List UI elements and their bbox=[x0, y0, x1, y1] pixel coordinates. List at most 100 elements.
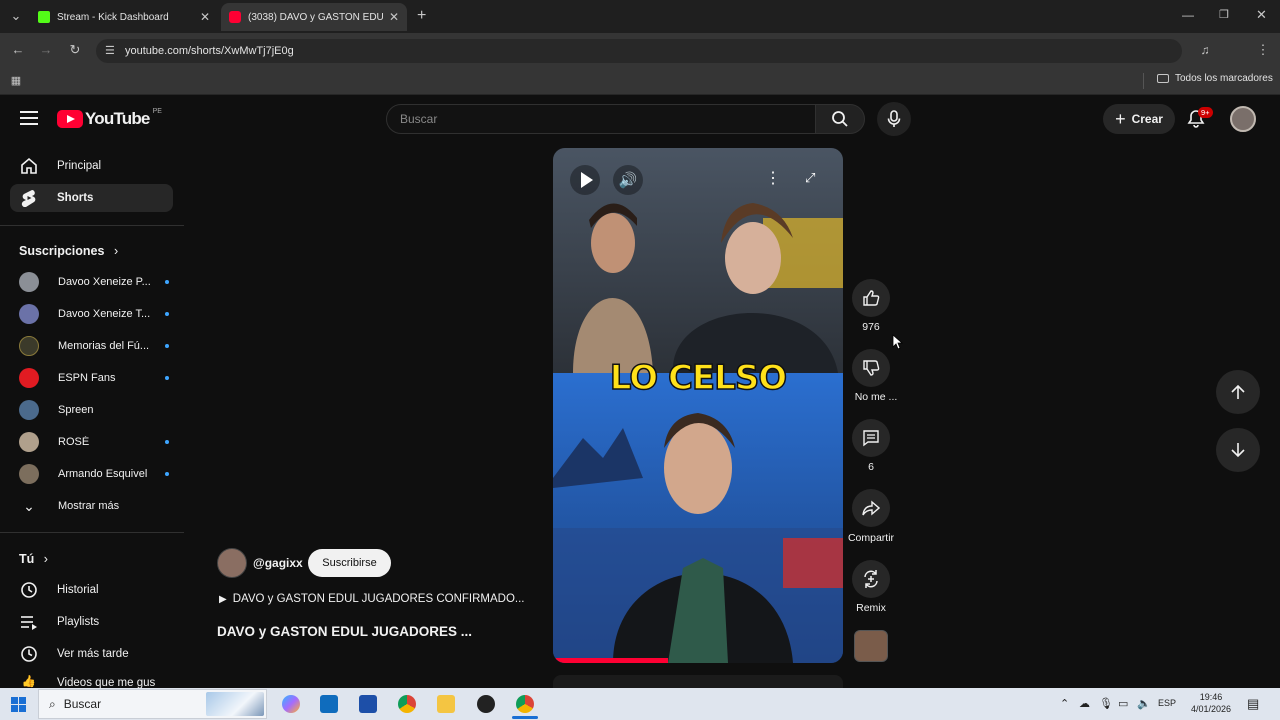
create-button[interactable]: + Crear bbox=[1103, 104, 1175, 134]
video-frame bbox=[553, 148, 843, 663]
windows-start-icon[interactable] bbox=[11, 697, 26, 712]
forward-icon[interactable]: → bbox=[38, 42, 54, 58]
previous-short-button[interactable] bbox=[1216, 370, 1260, 414]
tab-youtube[interactable]: (3038) DAVO y GASTON EDUL J ✕ bbox=[221, 3, 407, 31]
subscriptions-heading[interactable]: Suscripciones › bbox=[19, 244, 118, 258]
volume-button[interactable]: 🔊 bbox=[613, 165, 643, 195]
sidebar-item-playlists[interactable]: Playlists bbox=[10, 608, 173, 636]
like-button[interactable] bbox=[852, 279, 890, 317]
new-content-dot bbox=[165, 472, 169, 476]
tab-kick[interactable]: Stream - Kick Dashboard ✕ bbox=[30, 3, 218, 31]
you-heading-label: Tú bbox=[19, 552, 35, 566]
subscription-item[interactable]: ESPN Fans bbox=[19, 368, 169, 388]
outlook-icon[interactable] bbox=[320, 695, 338, 713]
channel-handle[interactable]: @gagixx bbox=[253, 556, 303, 570]
microphone-tray-icon[interactable]: 🎙 bbox=[1099, 697, 1113, 710]
restore-icon[interactable]: ❐ bbox=[1219, 8, 1229, 21]
subscription-item[interactable]: ROSÉ bbox=[19, 432, 169, 452]
channel-avatar bbox=[19, 432, 39, 452]
taskbar-search-box[interactable]: ⌕ Buscar bbox=[38, 689, 267, 719]
sidebar-item-label: Ver más tarde bbox=[57, 648, 129, 660]
back-icon[interactable]: ← bbox=[10, 42, 26, 58]
taskbar-search-label: Buscar bbox=[63, 697, 102, 711]
subscription-item[interactable]: Memorias del Fú... bbox=[19, 336, 169, 356]
channel-avatar bbox=[19, 400, 39, 420]
show-more-label: Mostrar más bbox=[58, 500, 120, 512]
subscription-item[interactable]: Spreen bbox=[19, 400, 169, 420]
store-icon[interactable] bbox=[359, 695, 377, 713]
search-button[interactable] bbox=[815, 104, 865, 134]
close-icon[interactable]: ✕ bbox=[389, 10, 399, 24]
cloud-sync-icon[interactable]: ☁ bbox=[1079, 697, 1090, 710]
omnibox[interactable]: ☰ youtube.com/shorts/XwMwTj7jE0g bbox=[96, 39, 1182, 63]
chrome-icon[interactable] bbox=[398, 695, 416, 713]
media-control-icon[interactable]: ♫ bbox=[1197, 42, 1213, 58]
show-hidden-icons[interactable]: ⌃ bbox=[1060, 697, 1069, 710]
sidebar-item-label: Playlists bbox=[57, 616, 100, 628]
voice-search-button[interactable] bbox=[877, 102, 911, 136]
sidebar-item-principal[interactable]: Principal bbox=[10, 152, 173, 180]
channel-avatar[interactable] bbox=[217, 548, 247, 578]
obs-icon[interactable] bbox=[477, 695, 495, 713]
apps-grid-icon[interactable]: ▦ bbox=[8, 73, 24, 89]
chrome-active-icon[interactable] bbox=[516, 695, 534, 713]
sidebar-item-historial[interactable]: Historial bbox=[10, 576, 173, 604]
music-line[interactable]: ▶ DAVO y GASTON EDUL JUGADORES CONFIRMAD… bbox=[219, 593, 535, 605]
new-content-dot bbox=[165, 440, 169, 444]
volume-tray-icon[interactable]: 🔈 bbox=[1137, 697, 1151, 710]
sidebar-item-ver-mas-tarde[interactable]: Ver más tarde bbox=[10, 640, 173, 668]
subscription-item[interactable]: Davoo Xeneize P... bbox=[19, 272, 169, 292]
notification-center-icon[interactable]: ▤ bbox=[1247, 696, 1259, 712]
youtube-logo[interactable]: YouTube PE bbox=[57, 107, 162, 129]
short-title[interactable]: DAVO y GASTON EDUL JUGADORES ... bbox=[217, 624, 472, 639]
subscription-item[interactable]: Armando Esquivel bbox=[19, 464, 169, 484]
dislike-button[interactable] bbox=[852, 349, 890, 387]
more-options-icon[interactable]: ⋮ bbox=[765, 168, 781, 188]
subscription-item[interactable]: Davoo Xeneize T... bbox=[19, 304, 169, 324]
menu-dots-icon[interactable]: ⋮ bbox=[1255, 42, 1271, 58]
sound-thumbnail[interactable] bbox=[854, 630, 888, 662]
sidebar-item-liked-videos[interactable]: 👍 Videos que me gus bbox=[10, 672, 173, 688]
account-avatar[interactable] bbox=[1230, 106, 1256, 132]
hamburger-menu-icon[interactable] bbox=[20, 111, 38, 125]
all-bookmarks-button[interactable]: Todos los marcadores bbox=[1157, 73, 1273, 84]
site-info-icon[interactable]: ☰ bbox=[105, 44, 115, 57]
short-video-player[interactable]: LO CELSO 🔊 ⋮ ⤢ bbox=[553, 148, 843, 663]
subscribe-button[interactable]: Suscribirse bbox=[308, 549, 391, 577]
next-short-button[interactable] bbox=[1216, 428, 1260, 472]
new-content-dot bbox=[165, 280, 169, 284]
comments-button[interactable] bbox=[852, 419, 890, 457]
volume-icon: 🔊 bbox=[618, 172, 638, 189]
tab-title: Stream - Kick Dashboard bbox=[57, 11, 169, 23]
language-indicator[interactable]: ESP bbox=[1158, 698, 1176, 708]
search-icon bbox=[832, 111, 848, 127]
clock[interactable]: 19:46 4/01/2026 bbox=[1187, 691, 1235, 715]
you-heading[interactable]: Tú › bbox=[19, 552, 48, 566]
channel-avatar bbox=[19, 304, 39, 324]
playlists-icon bbox=[19, 614, 39, 630]
share-button[interactable] bbox=[852, 489, 890, 527]
new-tab-button[interactable]: + bbox=[417, 7, 426, 25]
network-icon[interactable]: ▭ bbox=[1118, 697, 1128, 710]
subscriptions-heading-label: Suscripciones bbox=[19, 244, 105, 258]
fullscreen-icon[interactable]: ⤢ bbox=[805, 170, 815, 186]
show-more-button[interactable]: ⌄ Mostrar más bbox=[19, 496, 169, 516]
search-input[interactable]: Buscar bbox=[386, 104, 816, 134]
video-overlay-text: LO CELSO bbox=[609, 357, 788, 399]
notifications-button[interactable]: 9+ bbox=[1186, 107, 1213, 131]
minimize-icon[interactable]: — bbox=[1182, 8, 1194, 22]
window-close-icon[interactable]: ✕ bbox=[1256, 7, 1267, 23]
file-explorer-icon[interactable] bbox=[437, 695, 455, 713]
remix-button[interactable] bbox=[852, 560, 890, 598]
copilot-icon[interactable] bbox=[282, 695, 300, 713]
channel-avatar bbox=[19, 272, 39, 292]
play-button[interactable] bbox=[570, 165, 600, 195]
dislike-label: No me ... bbox=[854, 391, 898, 403]
tab-search-icon[interactable]: ⌄ bbox=[8, 8, 24, 24]
youtube-icon bbox=[229, 11, 241, 23]
close-icon[interactable]: ✕ bbox=[200, 10, 210, 24]
sidebar-item-shorts[interactable]: Shorts bbox=[10, 184, 173, 212]
music-line-text: DAVO y GASTON EDUL JUGADORES CONFIRMADO.… bbox=[232, 593, 525, 605]
country-code: PE bbox=[152, 107, 162, 115]
reload-icon[interactable]: ↻ bbox=[67, 42, 83, 58]
